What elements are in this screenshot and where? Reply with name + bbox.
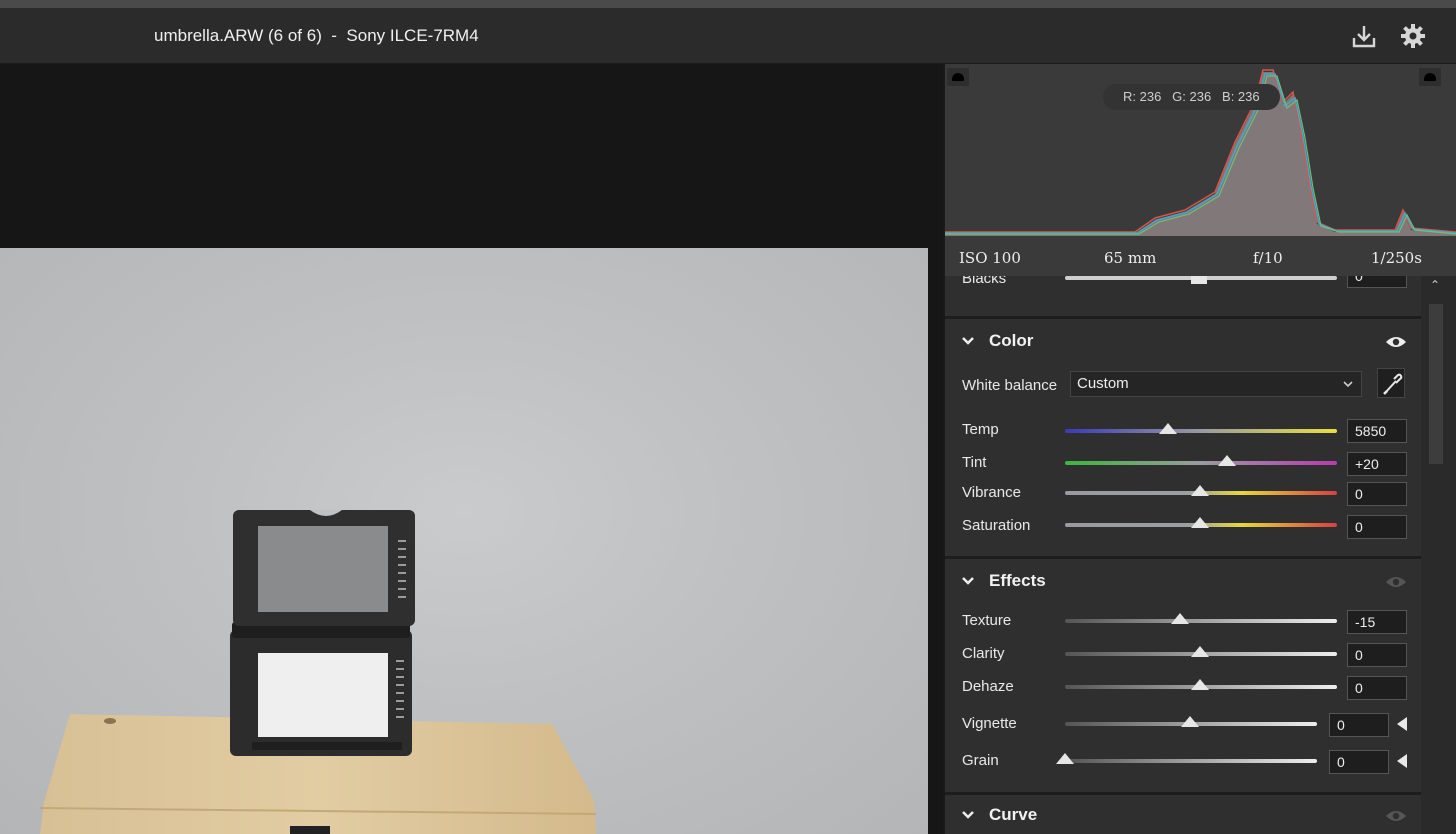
- vignette-thumb[interactable]: [1181, 716, 1199, 727]
- highlight-clipping-icon[interactable]: [1419, 68, 1441, 86]
- image-canvas[interactable]: [0, 64, 943, 834]
- panel-scrollbar[interactable]: ⌃: [1423, 276, 1456, 834]
- title-bar: umbrella.ARW (6 of 6) - Sony ILCE-7RM4: [0, 8, 1456, 64]
- temp-label: Temp: [962, 421, 999, 438]
- grain-thumb[interactable]: [1056, 753, 1074, 764]
- chevron-down-icon[interactable]: [961, 336, 975, 346]
- shadow-clipping-icon[interactable]: [947, 68, 969, 86]
- grain-expand-icon[interactable]: [1397, 754, 1407, 768]
- basic-section-partial: Blacks 0: [945, 276, 1421, 316]
- scrollbar-thumb[interactable]: [1429, 304, 1443, 464]
- color-section: Color White balance Custom Temp 5850 Tin…: [945, 319, 1421, 556]
- effects-section: Effects Texture -15 Clarity 0 Dehaze 0 V…: [945, 559, 1421, 792]
- tint-thumb[interactable]: [1218, 455, 1236, 466]
- eyedropper-button[interactable]: [1377, 368, 1405, 398]
- dehaze-value[interactable]: 0: [1347, 676, 1407, 700]
- saturation-value[interactable]: 0: [1347, 515, 1407, 539]
- exif-aperture: f/10: [1253, 249, 1283, 267]
- clarity-value[interactable]: 0: [1347, 643, 1407, 667]
- vibrance-thumb[interactable]: [1191, 485, 1209, 496]
- chevron-down-icon[interactable]: [961, 576, 975, 586]
- chevron-down-icon[interactable]: [961, 810, 975, 820]
- vibrance-value[interactable]: 0: [1347, 482, 1407, 506]
- clarity-thumb[interactable]: [1191, 646, 1209, 657]
- eye-icon[interactable]: [1385, 809, 1407, 823]
- eye-icon[interactable]: [1385, 335, 1407, 349]
- texture-value[interactable]: -15: [1347, 610, 1407, 634]
- gear-icon[interactable]: [1399, 22, 1427, 50]
- texture-label: Texture: [962, 612, 1012, 629]
- exif-iso: ISO 100: [959, 249, 1021, 267]
- clarity-label: Clarity: [962, 645, 1005, 662]
- scroll-up-icon[interactable]: ⌃: [1425, 278, 1445, 296]
- grain-value[interactable]: 0: [1329, 750, 1389, 774]
- effects-section-title[interactable]: Effects: [989, 571, 1046, 591]
- color-section-title[interactable]: Color: [989, 331, 1033, 351]
- curve-section-title[interactable]: Curve: [989, 805, 1037, 825]
- histogram: R: 236 G: 236 B: 236 ISO 100 65 mm f/10 …: [945, 64, 1456, 276]
- texture-thumb[interactable]: [1171, 613, 1189, 624]
- exif-shutter: 1/250s: [1371, 249, 1422, 267]
- vignette-expand-icon[interactable]: [1397, 717, 1407, 731]
- white-balance-label: White balance: [962, 377, 1058, 394]
- eye-icon[interactable]: [1385, 575, 1407, 589]
- vignette-label: Vignette: [962, 715, 1017, 732]
- blacks-value[interactable]: 0: [1347, 276, 1407, 288]
- vignette-value[interactable]: 0: [1329, 713, 1389, 737]
- grain-track[interactable]: [1065, 759, 1317, 763]
- dehaze-label: Dehaze: [962, 678, 1014, 695]
- white-balance-select[interactable]: Custom: [1070, 371, 1362, 397]
- readout-r: R: 236: [1123, 89, 1162, 104]
- curve-section: Curve: [945, 795, 1421, 834]
- temp-thumb[interactable]: [1159, 423, 1177, 434]
- exif-focal-length: 65 mm: [1104, 249, 1157, 267]
- vibrance-label: Vibrance: [962, 484, 1021, 501]
- white-balance-value: Custom: [1077, 375, 1129, 392]
- tint-track[interactable]: [1065, 461, 1337, 465]
- download-icon[interactable]: [1350, 22, 1378, 50]
- exif-bar: ISO 100 65 mm f/10 1/250s: [945, 236, 1456, 276]
- temp-value[interactable]: 5850: [1347, 419, 1407, 443]
- saturation-thumb[interactable]: [1191, 517, 1209, 528]
- eyedropper-icon: [1383, 373, 1403, 395]
- grain-label: Grain: [962, 752, 999, 769]
- dehaze-thumb[interactable]: [1191, 679, 1209, 690]
- readout-g: G: 236: [1172, 89, 1212, 104]
- tint-value[interactable]: +20: [1347, 452, 1407, 476]
- rgb-readout: R: 236 G: 236 B: 236: [1103, 84, 1280, 110]
- edit-panel: R: 236 G: 236 B: 236 ISO 100 65 mm f/10 …: [943, 64, 1456, 834]
- adjustments-scroll[interactable]: Blacks 0 Color White balance Custom Temp…: [945, 276, 1423, 834]
- chevron-down-icon: [1343, 381, 1353, 388]
- readout-b: B: 236: [1222, 89, 1260, 104]
- temp-track[interactable]: [1065, 429, 1337, 433]
- blacks-label: Blacks: [962, 276, 1007, 287]
- window-top-strip: [0, 0, 1456, 8]
- saturation-label: Saturation: [962, 517, 1031, 534]
- blacks-thumb[interactable]: [1191, 276, 1207, 284]
- texture-track[interactable]: [1065, 619, 1337, 623]
- tint-label: Tint: [962, 454, 987, 471]
- window-title: umbrella.ARW (6 of 6) - Sony ILCE-7RM4: [154, 26, 479, 45]
- photo-preview[interactable]: [0, 248, 928, 834]
